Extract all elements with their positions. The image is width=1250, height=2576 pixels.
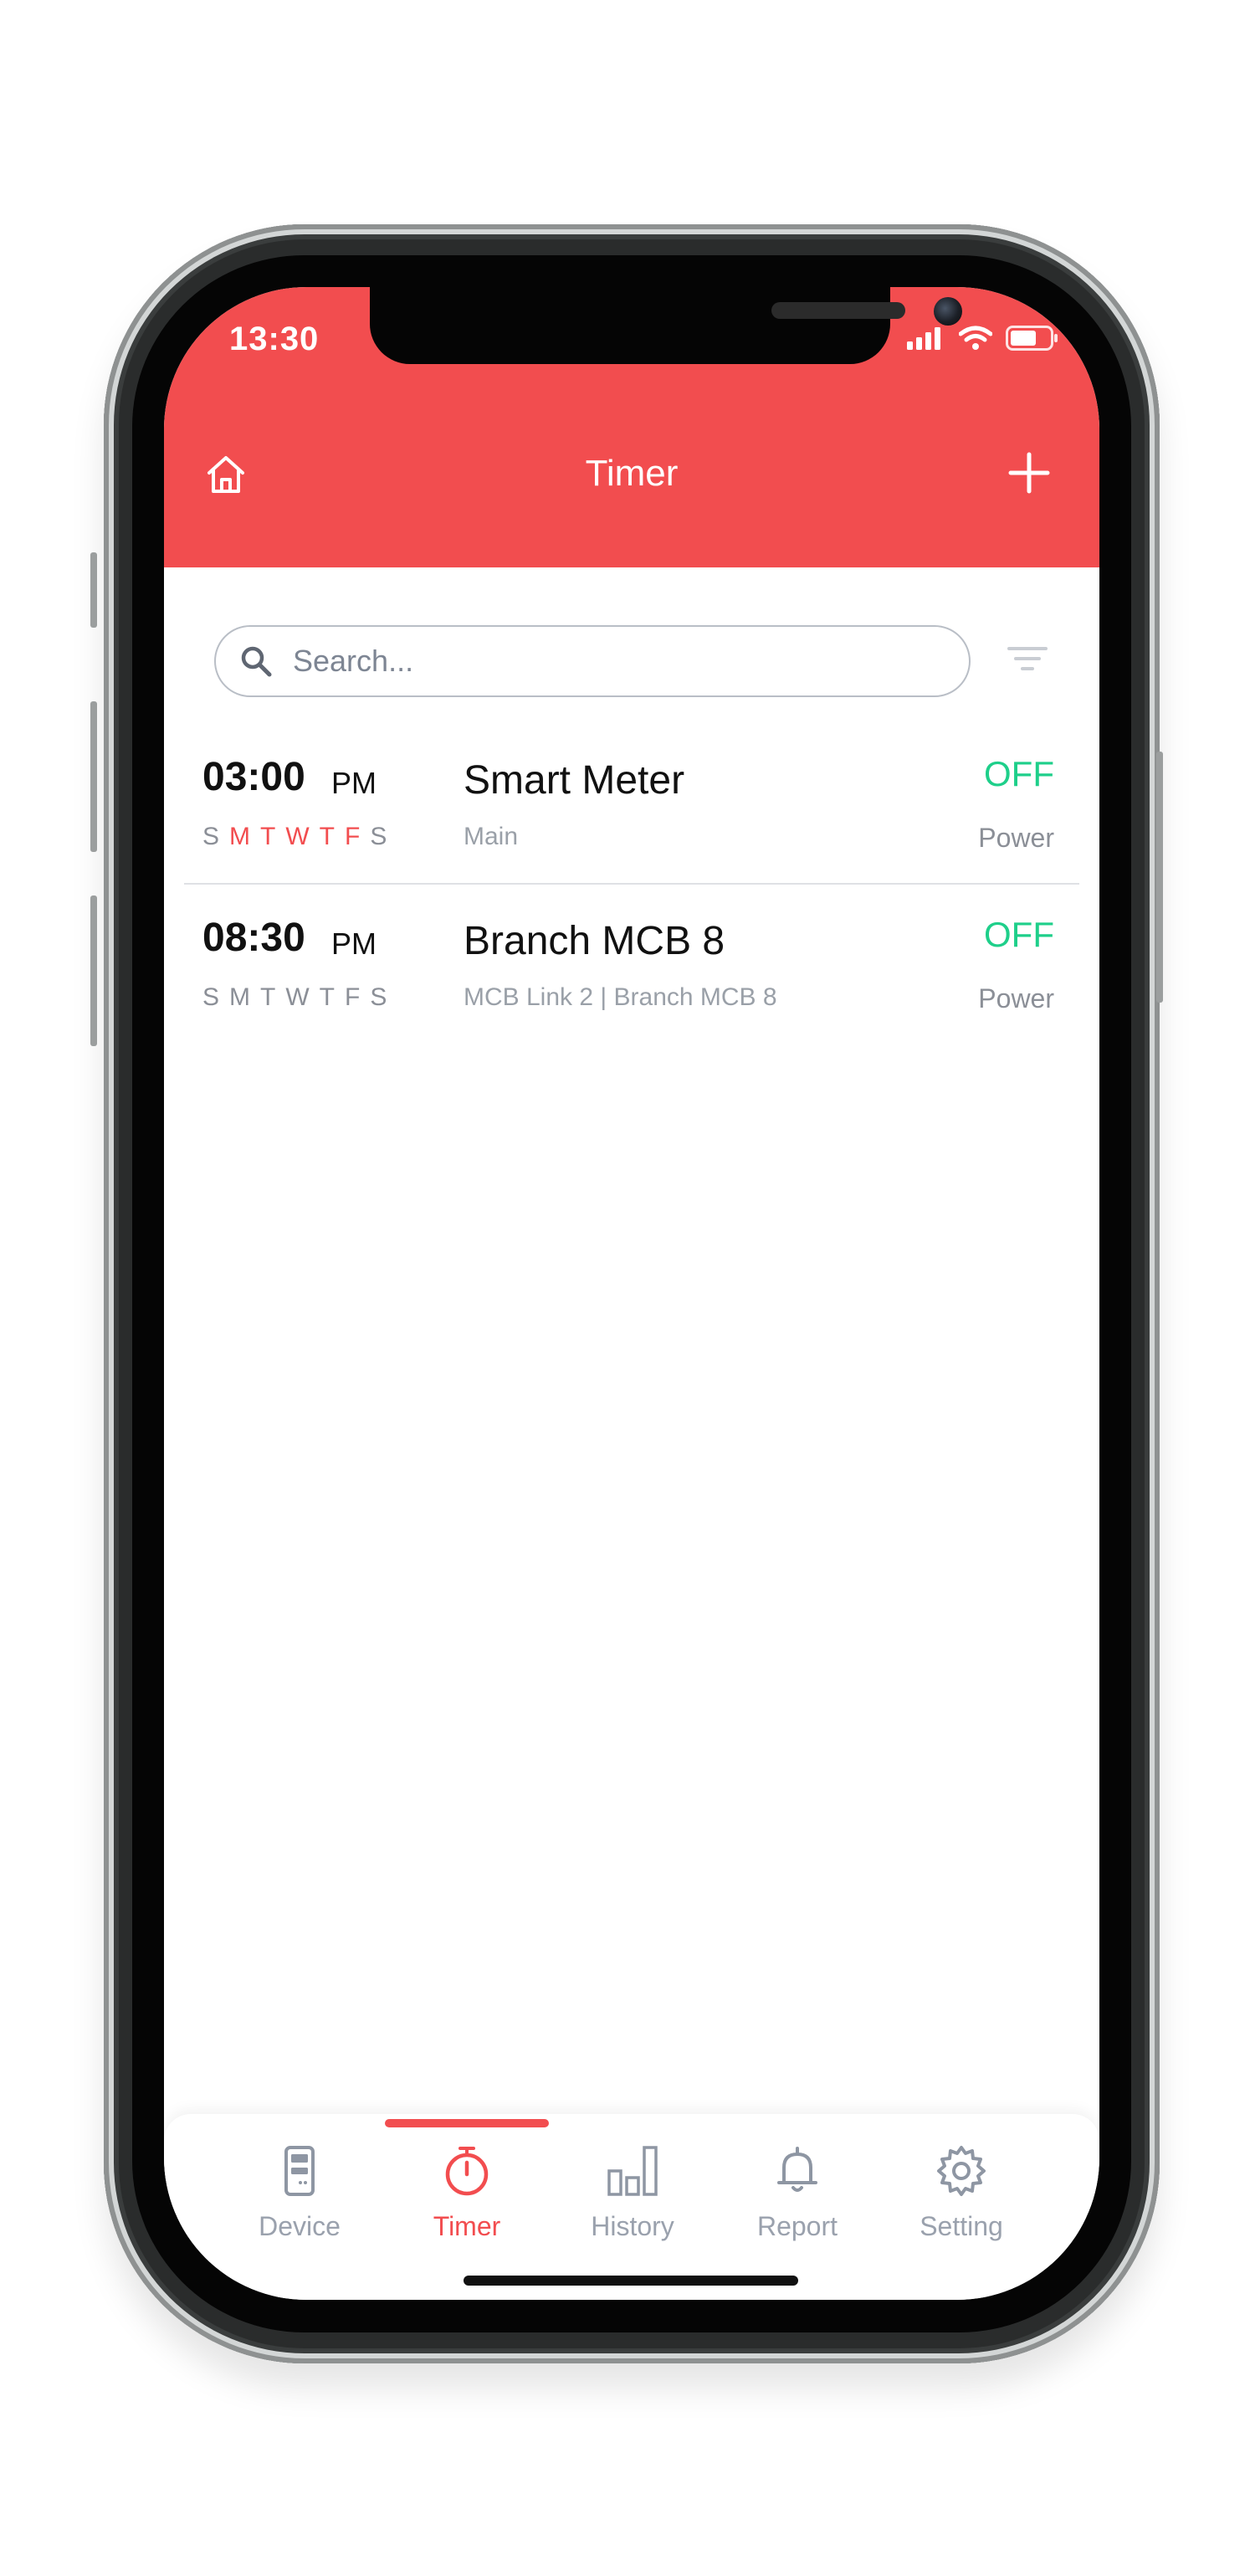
signal-icon	[907, 327, 940, 350]
timer-time: 03:00	[202, 755, 305, 799]
day-letter: T	[319, 983, 336, 1011]
search-icon	[241, 646, 272, 677]
tab-label: Report	[756, 2211, 838, 2241]
tab-device[interactable]: Device	[224, 2144, 375, 2253]
day-letter: F	[345, 823, 362, 850]
search-bar[interactable]	[214, 625, 971, 697]
day-letter: M	[229, 823, 253, 850]
filter-icon[interactable]	[1006, 639, 1049, 682]
day-letter: T	[260, 983, 278, 1011]
timer-ampm: PM	[331, 766, 377, 800]
device-name: Branch MCB 8	[464, 919, 725, 963]
tab-label: Timer	[433, 2211, 501, 2241]
day-letter: T	[319, 823, 336, 850]
day-letter: W	[285, 983, 311, 1011]
tab-setting[interactable]: Setting	[886, 2144, 1037, 2253]
volume-down-button	[90, 895, 97, 1046]
day-letter: M	[229, 983, 253, 1011]
timer-days: S M T W T F S	[202, 823, 388, 851]
day-letter: S	[370, 983, 389, 1011]
power-label: Power	[978, 823, 1054, 853]
tab-label: History	[591, 2211, 674, 2241]
app-screen: 13:30 Timer Search... 03:00 PM S M T W T…	[164, 287, 1099, 2300]
tab-bar: Device Timer History Report Setting	[164, 2114, 1099, 2300]
timer-ampm: PM	[331, 926, 377, 961]
timer-days: S M T W T F S	[202, 983, 388, 1012]
timer-time: 08:30	[202, 916, 305, 960]
day-letter: W	[285, 823, 311, 850]
camera	[934, 297, 962, 326]
timer-row[interactable]: 08:30 PM S M T W T F S Branch MCB 8 MCB …	[184, 885, 1079, 1044]
wifi-icon	[959, 326, 992, 350]
day-letter: T	[260, 823, 278, 850]
add-icon[interactable]	[1007, 451, 1051, 495]
status-time: 13:30	[229, 321, 320, 357]
speaker	[771, 302, 905, 319]
volume-up-button	[90, 701, 97, 852]
page-title: Timer	[585, 453, 679, 494]
bar-chart-icon	[607, 2146, 658, 2196]
device-icon	[284, 2146, 315, 2196]
home-indicator	[464, 2276, 798, 2286]
day-letter: S	[202, 983, 222, 1011]
day-letter: S	[370, 823, 389, 850]
tab-label: Device	[259, 2211, 341, 2241]
search-input[interactable]	[291, 643, 930, 680]
device-name: Smart Meter	[464, 758, 685, 803]
power-state: OFF	[984, 754, 1054, 793]
tab-timer[interactable]: Timer	[392, 2144, 542, 2253]
mute-switch	[90, 552, 97, 628]
device-subtitle: MCB Link 2 | Branch MCB 8	[464, 983, 777, 1011]
device-subtitle: Main	[464, 823, 519, 850]
gear-icon	[937, 2146, 986, 2196]
day-letter: S	[202, 823, 222, 850]
tab-label: Setting	[920, 2211, 1003, 2241]
power-button	[1156, 752, 1163, 1003]
status-icons	[907, 326, 1059, 351]
day-letter: F	[345, 983, 362, 1011]
tab-report[interactable]: Report	[722, 2144, 873, 2253]
app-header: 13:30 Timer	[164, 287, 1099, 567]
timer-row[interactable]: 03:00 PM S M T W T F S Smart Meter Main …	[184, 724, 1079, 885]
bell-icon	[777, 2147, 817, 2192]
battery-icon	[1006, 326, 1058, 351]
power-state: OFF	[984, 915, 1054, 954]
power-label: Power	[978, 983, 1054, 1013]
tab-history[interactable]: History	[557, 2144, 708, 2253]
active-tab-indicator	[385, 2119, 549, 2127]
stopwatch-icon	[445, 2147, 489, 2196]
notch	[370, 287, 962, 364]
